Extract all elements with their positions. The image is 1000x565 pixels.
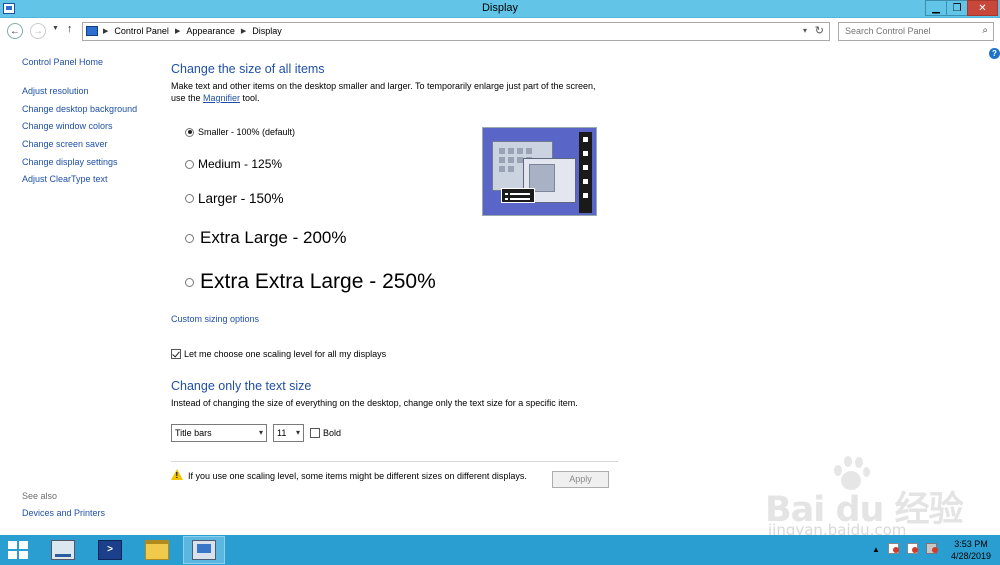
bold-label[interactable]: Bold bbox=[323, 428, 341, 438]
preview-sidebar bbox=[579, 132, 592, 213]
bold-checkbox[interactable] bbox=[310, 428, 320, 438]
radio-button[interactable] bbox=[185, 159, 194, 169]
apply-button[interactable]: Apply bbox=[552, 471, 609, 488]
scale-option-150[interactable]: Larger - 150% bbox=[185, 191, 284, 206]
scale-option-100[interactable]: Smaller - 100% (default) bbox=[185, 127, 295, 137]
search-box[interactable]: ⌕ bbox=[838, 22, 994, 41]
search-icon[interactable]: ⌕ bbox=[982, 25, 988, 36]
warning-icon bbox=[171, 469, 183, 480]
clock-date: 4/28/2019 bbox=[950, 551, 992, 561]
magnifier-link[interactable]: Magnifier bbox=[203, 93, 240, 103]
baidu-watermark: Bai du 经验 jingyan.baidu.com bbox=[760, 455, 990, 545]
chevron-down-icon[interactable]: ▾ bbox=[259, 425, 263, 441]
sidebar-link-cleartype[interactable]: Adjust ClearType text bbox=[22, 171, 162, 189]
breadcrumb-separator-icon[interactable]: ▶ bbox=[175, 26, 180, 36]
minimize-button[interactable]: ▁ bbox=[925, 0, 947, 16]
breadcrumb-control-panel[interactable]: Control Panel bbox=[114, 26, 169, 36]
title-bar: Display ▁ ❐ ✕ bbox=[0, 0, 1000, 18]
up-arrow-icon[interactable]: ↑ bbox=[67, 23, 73, 35]
address-dropdown-icon[interactable]: ▾ bbox=[803, 26, 807, 35]
control-panel-home-link[interactable]: Control Panel Home bbox=[22, 57, 162, 67]
sidebar-link-adjust-resolution[interactable]: Adjust resolution bbox=[22, 83, 162, 101]
scale-option-label[interactable]: Larger - 150% bbox=[198, 191, 284, 206]
custom-sizing-options-link[interactable]: Custom sizing options bbox=[171, 314, 259, 324]
size-desc-tail: tool. bbox=[240, 92, 260, 103]
one-scaling-level-checkbox-row[interactable]: Let me choose one scaling level for all … bbox=[171, 349, 386, 359]
taskbar: > ▲ 3:53 PM 4/28/2019 bbox=[0, 535, 1000, 565]
network-icon[interactable] bbox=[907, 543, 918, 554]
one-scaling-level-label[interactable]: Let me choose one scaling level for all … bbox=[184, 349, 386, 359]
breadcrumb-separator-icon[interactable]: ▶ bbox=[103, 26, 108, 36]
breadcrumb: ▶ Control Panel ▶ Appearance ▶ Display bbox=[103, 26, 282, 36]
devices-and-printers-link[interactable]: Devices and Printers bbox=[22, 508, 105, 518]
sidebar-link-window-colors[interactable]: Change window colors bbox=[22, 118, 162, 136]
breadcrumb-separator-icon[interactable]: ▶ bbox=[241, 26, 246, 36]
sidebar-link-desktop-background[interactable]: Change desktop background bbox=[22, 101, 162, 119]
system-clock[interactable]: 3:53 PM 4/28/2019 bbox=[946, 538, 996, 562]
item-select-dropdown[interactable]: Title bars ▾ bbox=[171, 424, 267, 442]
forward-button[interactable]: → bbox=[30, 23, 46, 39]
font-size-select-dropdown[interactable]: 11 ▾ bbox=[273, 424, 304, 442]
recent-locations-dropdown-icon[interactable]: ▼ bbox=[52, 25, 59, 32]
file-explorer-icon bbox=[145, 540, 169, 560]
scale-option-250[interactable]: Extra Extra Large - 250% bbox=[185, 270, 436, 294]
size-section-description: Make text and other items on the desktop… bbox=[171, 81, 611, 104]
bold-checkbox-row[interactable]: Bold bbox=[310, 428, 341, 438]
one-scaling-level-checkbox[interactable] bbox=[171, 349, 181, 359]
see-also-label: See also bbox=[22, 491, 58, 501]
radio-button[interactable] bbox=[185, 277, 194, 287]
action-center-flag-icon[interactable] bbox=[888, 543, 899, 554]
volume-icon[interactable] bbox=[926, 543, 938, 554]
control-panel-location-icon bbox=[86, 26, 98, 36]
server-manager-icon bbox=[51, 540, 75, 560]
text-size-description: Instead of changing the size of everythi… bbox=[171, 398, 578, 408]
taskbar-powershell[interactable]: > bbox=[89, 536, 131, 564]
scaling-preview-image bbox=[482, 127, 597, 216]
sidebar-link-display-settings[interactable]: Change display settings bbox=[22, 154, 162, 172]
radio-button-selected[interactable] bbox=[185, 127, 194, 137]
warning-message: If you use one scaling level, some items… bbox=[188, 471, 527, 481]
show-hidden-icons-arrow[interactable]: ▲ bbox=[872, 545, 880, 554]
left-task-pane: Control Panel Home Adjust resolution Cha… bbox=[22, 57, 162, 189]
breadcrumb-appearance[interactable]: Appearance bbox=[186, 26, 235, 36]
radio-button[interactable] bbox=[185, 194, 194, 203]
search-input[interactable] bbox=[845, 26, 973, 36]
size-section-heading: Change the size of all items bbox=[171, 62, 325, 76]
item-select-value: Title bars bbox=[175, 428, 212, 438]
address-bar[interactable]: ▶ Control Panel ▶ Appearance ▶ Display ▾… bbox=[82, 22, 830, 41]
breadcrumb-display[interactable]: Display bbox=[252, 26, 282, 36]
help-icon[interactable]: ? bbox=[989, 48, 1000, 59]
sidebar-link-screen-saver[interactable]: Change screen saver bbox=[22, 136, 162, 154]
taskbar-server-manager[interactable] bbox=[42, 536, 84, 564]
text-size-section-heading: Change only the text size bbox=[171, 379, 312, 393]
scale-option-200[interactable]: Extra Large - 200% bbox=[185, 228, 346, 248]
restore-button[interactable]: ❐ bbox=[946, 0, 968, 16]
chevron-down-icon[interactable]: ▾ bbox=[296, 425, 300, 441]
clock-time: 3:53 PM bbox=[954, 539, 988, 549]
close-button[interactable]: ✕ bbox=[967, 0, 998, 16]
start-windows-icon[interactable] bbox=[8, 541, 28, 559]
taskbar-file-explorer[interactable] bbox=[136, 536, 178, 564]
scale-option-label[interactable]: Smaller - 100% (default) bbox=[198, 127, 295, 137]
powershell-icon: > bbox=[98, 540, 122, 560]
control-panel-icon bbox=[192, 540, 216, 560]
navigation-bar: ← → ▼ ↑ ▶ Control Panel ▶ Appearance ▶ D… bbox=[0, 19, 1000, 44]
scale-option-125[interactable]: Medium - 125% bbox=[185, 157, 282, 171]
refresh-icon[interactable]: ↻ bbox=[815, 24, 824, 37]
scale-option-label[interactable]: Medium - 125% bbox=[198, 157, 282, 171]
divider bbox=[171, 461, 618, 462]
back-button[interactable]: ← bbox=[7, 23, 23, 39]
preview-taskbar bbox=[501, 188, 535, 203]
font-size-select-value: 11 bbox=[277, 428, 287, 438]
scale-option-label[interactable]: Extra Extra Large - 250% bbox=[200, 270, 436, 294]
window-title: Display bbox=[481, 2, 519, 14]
taskbar-control-panel[interactable] bbox=[183, 536, 225, 564]
radio-button[interactable] bbox=[185, 233, 194, 243]
scale-option-label[interactable]: Extra Large - 200% bbox=[200, 228, 346, 248]
